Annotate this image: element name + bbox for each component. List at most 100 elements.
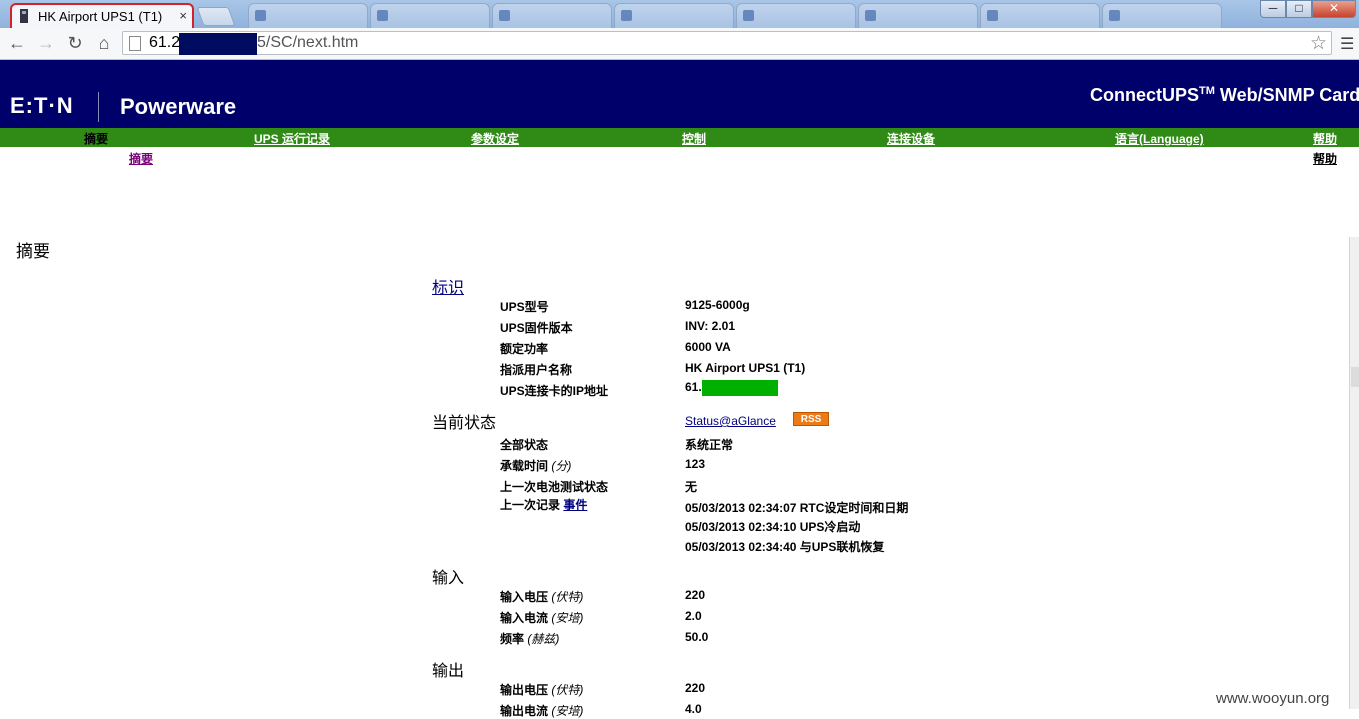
page-icon — [1109, 10, 1120, 21]
overall-status-value: 系统正常 — [685, 438, 734, 452]
menu-ups-log[interactable]: UPS 运行记录 — [254, 130, 330, 147]
input-current-text: 输入电流 — [500, 611, 549, 625]
tab-background[interactable] — [614, 3, 734, 28]
event-item: 05/03/2013 02:34:40 与UPS联机恢复 — [685, 540, 885, 554]
ip-prefix: 61. — [685, 380, 702, 395]
tab-active[interactable]: HK Airport UPS1 (T1) × — [10, 3, 194, 28]
header-banner: E:T·N Powerware ConnectUPSTM Web/SNMP Ca… — [0, 60, 1359, 128]
product-name: ConnectUPS — [1090, 85, 1200, 105]
watermark: www.wooyun.org — [1216, 690, 1330, 707]
output-voltage-unit: (伏特) — [551, 683, 584, 697]
output-voltage-label: 输出电压 (伏特) — [500, 681, 583, 698]
tab-background[interactable] — [492, 3, 612, 28]
input-voltage-label: 输入电压 (伏特) — [500, 588, 583, 605]
input-current-label: 输入电流 (安培) — [500, 609, 583, 626]
address-bar[interactable]: 61.2 5/SC/next.htm ☆ — [122, 31, 1332, 55]
ip-address-label: UPS连接卡的IP地址 — [500, 384, 609, 398]
event-item: 05/03/2013 02:34:07 RTC设定时间和日期 — [685, 501, 909, 515]
trademark: TM — [1199, 85, 1215, 97]
rss-badge[interactable]: RSS — [793, 412, 829, 426]
submenu-summary[interactable]: 摘要 — [129, 150, 153, 167]
user-name-value: HK Airport UPS1 (T1) — [685, 361, 806, 375]
load-time-value: 123 — [685, 457, 706, 471]
tab-background[interactable] — [858, 3, 978, 28]
page-icon — [621, 10, 632, 21]
overall-status-label: 全部状态 — [500, 438, 549, 452]
input-current-value: 2.0 — [685, 609, 702, 623]
frequency-text: 频率 — [500, 632, 525, 646]
back-arrow-icon[interactable]: ← — [6, 33, 28, 54]
menu-help[interactable]: 帮助 — [1313, 130, 1337, 147]
output-current-value: 4.0 — [685, 702, 702, 716]
tab-background[interactable] — [980, 3, 1100, 28]
url-prefix: 61.2 — [149, 34, 181, 51]
menu-icon[interactable]: ☰ — [1340, 34, 1354, 54]
ups-favicon-icon — [20, 9, 28, 23]
load-time-text: 承载时间 — [500, 459, 549, 473]
input-voltage-value: 220 — [685, 588, 706, 602]
logo-divider — [98, 92, 99, 122]
product-suffix: Web/SNMP Card — [1214, 85, 1359, 105]
rating-label: 额定功率 — [500, 342, 549, 356]
input-voltage-text: 输入电压 — [500, 590, 549, 604]
tab-background[interactable] — [736, 3, 856, 28]
frequency-value: 50.0 — [685, 630, 709, 644]
page-icon — [987, 10, 998, 21]
browser-tab-strip: HK Airport UPS1 (T1) × ─ □ ✕ — [0, 0, 1359, 28]
rating-value: 6000 VA — [685, 340, 731, 354]
firmware-value: INV: 2.01 — [685, 319, 736, 333]
menu-connected-devices[interactable]: 连接设备 — [887, 130, 935, 147]
forward-arrow-icon[interactable]: → — [35, 33, 57, 54]
page-icon — [129, 36, 141, 51]
output-voltage-value: 220 — [685, 681, 706, 695]
ip-address-value: 61. — [685, 380, 778, 396]
reload-icon[interactable]: ↻ — [64, 33, 86, 54]
frequency-unit: (赫兹) — [527, 632, 560, 646]
close-window-button[interactable]: ✕ — [1312, 0, 1356, 18]
page-icon — [499, 10, 510, 21]
tab-background[interactable] — [248, 3, 368, 28]
powerware-logo: Powerware — [120, 94, 237, 119]
battery-test-label: 上一次电池测试状态 — [500, 480, 609, 494]
frequency-label: 频率 (赫兹) — [500, 630, 559, 647]
output-current-text: 输出电流 — [500, 704, 549, 718]
page-icon — [377, 10, 388, 21]
menu-language[interactable]: 语言(Language) — [1115, 130, 1204, 147]
menu-settings[interactable]: 参数设定 — [471, 130, 519, 147]
star-icon[interactable]: ☆ — [1310, 32, 1327, 55]
tab-close-icon[interactable]: × — [179, 8, 187, 23]
load-time-label: 承载时间 (分) — [500, 457, 571, 474]
submenu-help[interactable]: 帮助 — [1313, 150, 1337, 167]
page-icon — [865, 10, 876, 21]
url-redaction — [179, 33, 257, 55]
maximize-button[interactable]: □ — [1286, 0, 1312, 18]
input-current-unit: (安培) — [551, 611, 584, 625]
ups-model-value: 9125-6000g — [685, 298, 750, 312]
vertical-scrollbar[interactable] — [1349, 237, 1359, 709]
output-voltage-text: 输出电压 — [500, 683, 549, 697]
events-link[interactable]: 事件 — [563, 498, 587, 512]
last-record-text: 上一次记录 — [500, 498, 561, 512]
page-icon — [255, 10, 266, 21]
status-at-a-glance-link[interactable]: Status@aGlance — [685, 414, 776, 428]
input-heading: 输入 — [432, 570, 465, 587]
new-tab-button[interactable] — [196, 7, 236, 26]
event-item: 05/03/2013 02:34:10 UPS冷启动 — [685, 520, 861, 534]
identification-heading[interactable]: 标识 — [432, 274, 464, 298]
ip-redaction — [701, 380, 778, 396]
eaton-logo: E:T·N — [10, 93, 74, 118]
output-heading: 输出 — [432, 663, 465, 680]
tab-title: HK Airport UPS1 (T1) — [38, 9, 163, 24]
input-voltage-unit: (伏特) — [551, 590, 584, 604]
menu-summary[interactable]: 摘要 — [84, 130, 108, 147]
tab-background[interactable] — [370, 3, 490, 28]
status-heading: 当前状态 — [432, 415, 497, 432]
last-record-label: 上一次记录 事件 — [500, 496, 587, 513]
menu-control[interactable]: 控制 — [682, 130, 706, 147]
tab-background[interactable] — [1102, 3, 1222, 28]
home-icon[interactable]: ⌂ — [93, 33, 115, 54]
minimize-button[interactable]: ─ — [1260, 0, 1286, 18]
scrollbar-thumb[interactable] — [1351, 367, 1359, 387]
browser-toolbar: ← → ↻ ⌂ 61.2 5/SC/next.htm ☆ ☰ — [0, 28, 1359, 60]
page-title: 摘要 — [16, 242, 50, 261]
